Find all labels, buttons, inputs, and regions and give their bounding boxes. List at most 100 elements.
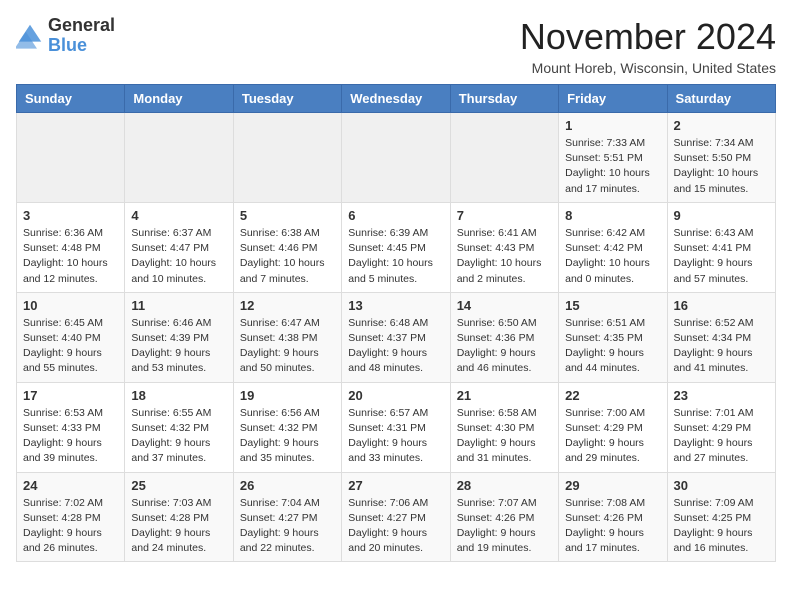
weekday-header-row: SundayMondayTuesdayWednesdayThursdayFrid… xyxy=(17,85,776,113)
calendar-cell: 29 Sunrise: 7:08 AM Sunset: 4:26 PM Dayli… xyxy=(559,472,667,562)
day-number: 14 xyxy=(457,298,552,313)
weekday-header-tuesday: Tuesday xyxy=(233,85,341,113)
weekday-header-friday: Friday xyxy=(559,85,667,113)
day-number: 20 xyxy=(348,388,443,403)
calendar-cell xyxy=(233,113,341,203)
calendar-cell xyxy=(450,113,558,203)
logo-text: General Blue xyxy=(48,16,115,56)
day-number: 3 xyxy=(23,208,118,223)
calendar-cell: 19Sunrise: 6:56 AM Sunset: 4:32 PM Dayli… xyxy=(233,382,341,472)
calendar-cell: 4Sunrise: 6:37 AM Sunset: 4:47 PM Daylig… xyxy=(125,202,233,292)
calendar-cell: 6 Sunrise: 6:39 AM Sunset: 4:45 PM Daylig… xyxy=(342,202,450,292)
calendar-week-2: 3 Sunrise: 6:36 AM Sunset: 4:48 PM Daylig… xyxy=(17,202,776,292)
day-number: 7 xyxy=(457,208,552,223)
calendar-cell: 26Sunrise: 7:04 AM Sunset: 4:27 PM Dayli… xyxy=(233,472,341,562)
day-info: Sunrise: 6:37 AM Sunset: 4:47 PM Dayligh… xyxy=(131,226,226,287)
calendar-cell: 21 Sunrise: 6:58 AM Sunset: 4:30 PM Dayli… xyxy=(450,382,558,472)
day-info: Sunrise: 6:57 AM Sunset: 4:31 PM Dayligh… xyxy=(348,406,443,467)
calendar-week-5: 24 Sunrise: 7:02 AM Sunset: 4:28 PM Dayli… xyxy=(17,472,776,562)
calendar-week-1: 1 Sunrise: 7:33 AM Sunset: 5:51 PM Daylig… xyxy=(17,113,776,203)
calendar-cell: 27Sunrise: 7:06 AM Sunset: 4:27 PM Dayli… xyxy=(342,472,450,562)
day-number: 25 xyxy=(131,478,226,493)
day-info: Sunrise: 6:43 AM Sunset: 4:41 PM Dayligh… xyxy=(674,226,769,287)
calendar-week-3: 10 Sunrise: 6:45 AM Sunset: 4:40 PM Dayli… xyxy=(17,292,776,382)
logo-general: General xyxy=(48,15,115,35)
calendar-cell: 28 Sunrise: 7:07 AM Sunset: 4:26 PM Dayli… xyxy=(450,472,558,562)
day-info: Sunrise: 7:00 AM Sunset: 4:29 PM Dayligh… xyxy=(565,406,660,467)
day-info: Sunrise: 6:45 AM Sunset: 4:40 PM Dayligh… xyxy=(23,316,118,377)
logo-icon xyxy=(16,22,44,50)
day-info: Sunrise: 6:36 AM Sunset: 4:48 PM Dayligh… xyxy=(23,226,118,287)
calendar-cell: 11 Sunrise: 6:46 AM Sunset: 4:39 PM Dayli… xyxy=(125,292,233,382)
day-info: Sunrise: 7:02 AM Sunset: 4:28 PM Dayligh… xyxy=(23,496,118,557)
day-info: Sunrise: 7:07 AM Sunset: 4:26 PM Dayligh… xyxy=(457,496,552,557)
day-number: 27 xyxy=(348,478,443,493)
month-year-title: November 2024 xyxy=(520,16,776,58)
calendar-cell: 23Sunrise: 7:01 AM Sunset: 4:29 PM Dayli… xyxy=(667,382,775,472)
day-info: Sunrise: 6:47 AM Sunset: 4:38 PM Dayligh… xyxy=(240,316,335,377)
day-info: Sunrise: 6:55 AM Sunset: 4:32 PM Dayligh… xyxy=(131,406,226,467)
day-info: Sunrise: 6:46 AM Sunset: 4:39 PM Dayligh… xyxy=(131,316,226,377)
day-info: Sunrise: 7:03 AM Sunset: 4:28 PM Dayligh… xyxy=(131,496,226,557)
calendar-cell: 10 Sunrise: 6:45 AM Sunset: 4:40 PM Dayli… xyxy=(17,292,125,382)
weekday-header-wednesday: Wednesday xyxy=(342,85,450,113)
day-number: 15 xyxy=(565,298,660,313)
day-info: Sunrise: 6:50 AM Sunset: 4:36 PM Dayligh… xyxy=(457,316,552,377)
day-number: 11 xyxy=(131,298,226,313)
day-info: Sunrise: 7:04 AM Sunset: 4:27 PM Dayligh… xyxy=(240,496,335,557)
day-number: 8 xyxy=(565,208,660,223)
calendar-cell: 9 Sunrise: 6:43 AM Sunset: 4:41 PM Daylig… xyxy=(667,202,775,292)
calendar-cell xyxy=(342,113,450,203)
calendar-cell: 15 Sunrise: 6:51 AM Sunset: 4:35 PM Dayli… xyxy=(559,292,667,382)
calendar-cell: 22Sunrise: 7:00 AM Sunset: 4:29 PM Dayli… xyxy=(559,382,667,472)
calendar-cell: 2Sunrise: 7:34 AM Sunset: 5:50 PM Daylig… xyxy=(667,113,775,203)
logo-blue-text: Blue xyxy=(48,35,87,55)
calendar-cell: 13Sunrise: 6:48 AM Sunset: 4:37 PM Dayli… xyxy=(342,292,450,382)
day-info: Sunrise: 6:42 AM Sunset: 4:42 PM Dayligh… xyxy=(565,226,660,287)
day-number: 28 xyxy=(457,478,552,493)
day-info: Sunrise: 6:39 AM Sunset: 4:45 PM Dayligh… xyxy=(348,226,443,287)
calendar-cell xyxy=(17,113,125,203)
day-number: 24 xyxy=(23,478,118,493)
day-number: 29 xyxy=(565,478,660,493)
calendar-cell: 5Sunrise: 6:38 AM Sunset: 4:46 PM Daylig… xyxy=(233,202,341,292)
day-info: Sunrise: 6:58 AM Sunset: 4:30 PM Dayligh… xyxy=(457,406,552,467)
day-number: 10 xyxy=(23,298,118,313)
calendar-cell: 8 Sunrise: 6:42 AM Sunset: 4:42 PM Daylig… xyxy=(559,202,667,292)
day-number: 1 xyxy=(565,118,660,133)
calendar-cell: 25 Sunrise: 7:03 AM Sunset: 4:28 PM Dayli… xyxy=(125,472,233,562)
day-number: 16 xyxy=(674,298,769,313)
day-info: Sunrise: 6:51 AM Sunset: 4:35 PM Dayligh… xyxy=(565,316,660,377)
calendar-cell: 1 Sunrise: 7:33 AM Sunset: 5:51 PM Daylig… xyxy=(559,113,667,203)
weekday-header-monday: Monday xyxy=(125,85,233,113)
day-info: Sunrise: 7:09 AM Sunset: 4:25 PM Dayligh… xyxy=(674,496,769,557)
calendar-cell: 24 Sunrise: 7:02 AM Sunset: 4:28 PM Dayli… xyxy=(17,472,125,562)
day-info: Sunrise: 6:41 AM Sunset: 4:43 PM Dayligh… xyxy=(457,226,552,287)
day-number: 9 xyxy=(674,208,769,223)
title-block: November 2024 Mount Horeb, Wisconsin, Un… xyxy=(520,16,776,76)
calendar-cell xyxy=(125,113,233,203)
weekday-header-thursday: Thursday xyxy=(450,85,558,113)
calendar-cell: 7 Sunrise: 6:41 AM Sunset: 4:43 PM Daylig… xyxy=(450,202,558,292)
day-number: 18 xyxy=(131,388,226,403)
calendar-table: SundayMondayTuesdayWednesdayThursdayFrid… xyxy=(16,84,776,562)
day-info: Sunrise: 6:53 AM Sunset: 4:33 PM Dayligh… xyxy=(23,406,118,467)
day-info: Sunrise: 7:01 AM Sunset: 4:29 PM Dayligh… xyxy=(674,406,769,467)
calendar-cell: 18 Sunrise: 6:55 AM Sunset: 4:32 PM Dayli… xyxy=(125,382,233,472)
day-number: 6 xyxy=(348,208,443,223)
day-number: 17 xyxy=(23,388,118,403)
calendar-cell: 20 Sunrise: 6:57 AM Sunset: 4:31 PM Dayli… xyxy=(342,382,450,472)
calendar-cell: 16 Sunrise: 6:52 AM Sunset: 4:34 PM Dayli… xyxy=(667,292,775,382)
day-info: Sunrise: 7:08 AM Sunset: 4:26 PM Dayligh… xyxy=(565,496,660,557)
calendar-cell: 14 Sunrise: 6:50 AM Sunset: 4:36 PM Dayli… xyxy=(450,292,558,382)
weekday-header-saturday: Saturday xyxy=(667,85,775,113)
calendar-cell: 17 Sunrise: 6:53 AM Sunset: 4:33 PM Dayli… xyxy=(17,382,125,472)
page-header: General Blue November 2024 Mount Horeb, … xyxy=(16,16,776,76)
day-number: 2 xyxy=(674,118,769,133)
day-number: 21 xyxy=(457,388,552,403)
calendar-week-4: 17 Sunrise: 6:53 AM Sunset: 4:33 PM Dayli… xyxy=(17,382,776,472)
day-info: Sunrise: 7:33 AM Sunset: 5:51 PM Dayligh… xyxy=(565,136,660,197)
day-number: 13 xyxy=(348,298,443,313)
day-info: Sunrise: 6:52 AM Sunset: 4:34 PM Dayligh… xyxy=(674,316,769,377)
day-info: Sunrise: 6:38 AM Sunset: 4:46 PM Dayligh… xyxy=(240,226,335,287)
